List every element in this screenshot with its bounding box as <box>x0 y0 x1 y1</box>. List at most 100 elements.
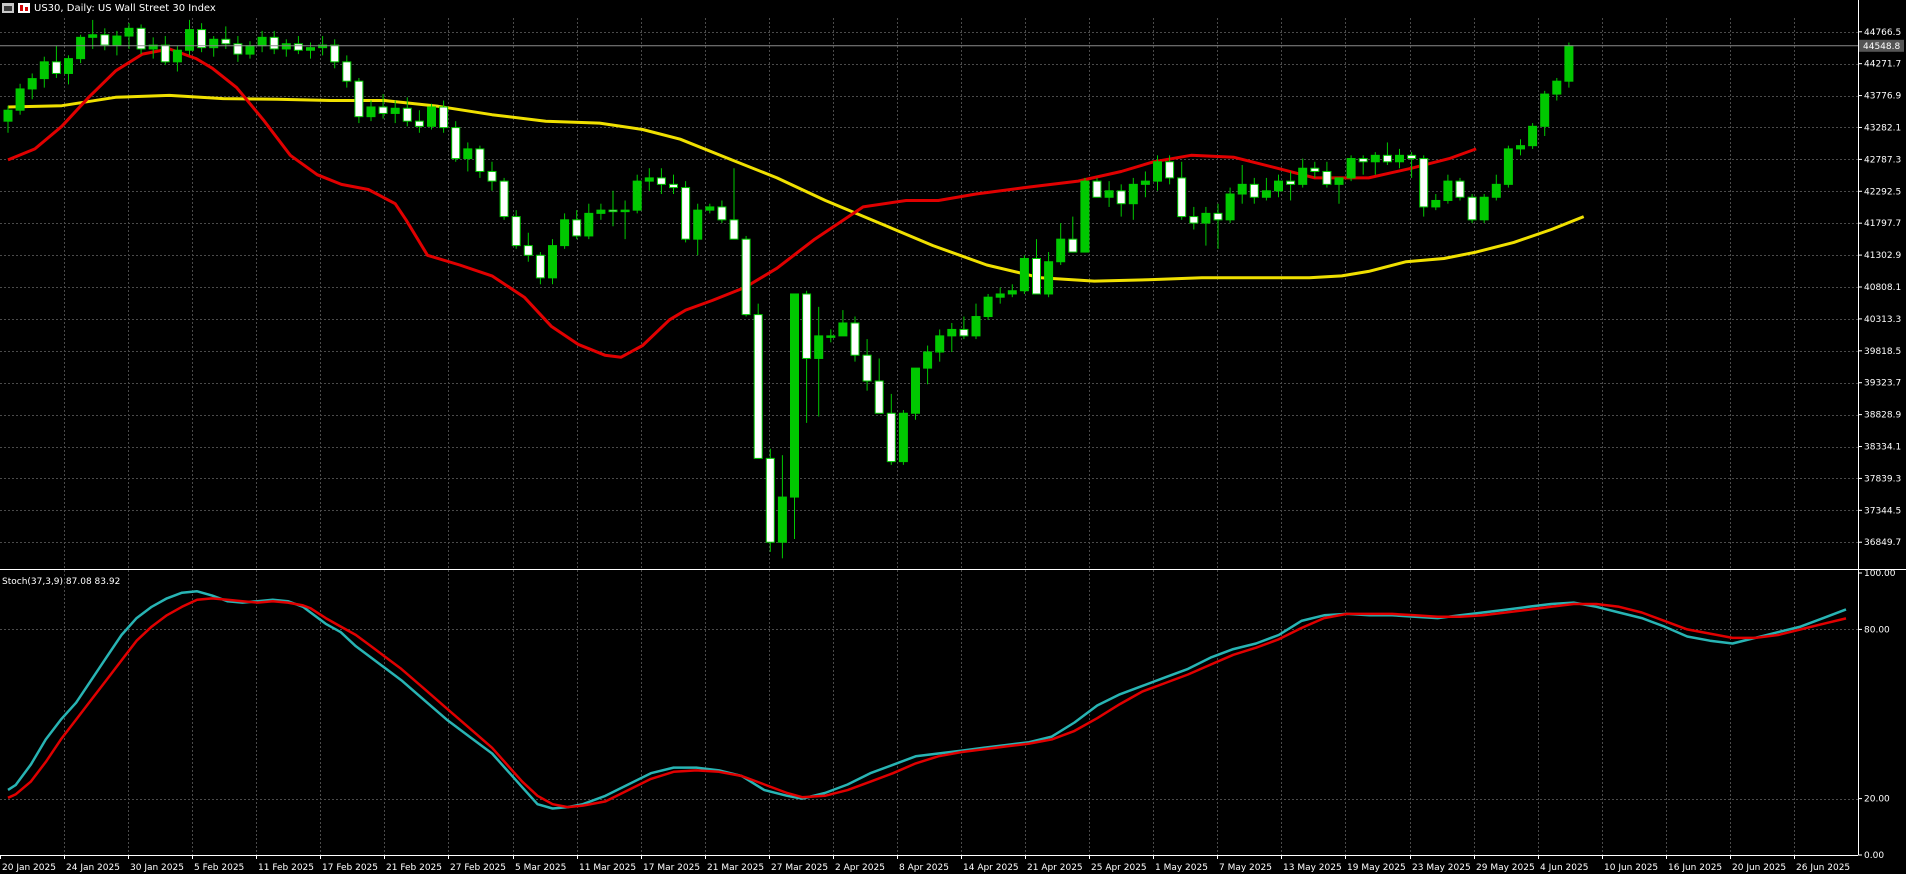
candle-bullish <box>693 209 703 240</box>
date-axis-label: 24 Jan 2025 <box>66 863 120 873</box>
date-axis-label: 16 Jun 2025 <box>1668 863 1722 873</box>
candle-bearish <box>874 380 884 414</box>
candle-bearish <box>414 120 424 127</box>
candle-bullish <box>1479 196 1489 221</box>
price-axis-label: 36849.7 <box>1864 538 1901 548</box>
candle-bullish <box>644 177 654 182</box>
candle-bearish <box>197 29 207 49</box>
candle-bullish <box>1274 180 1283 192</box>
candle-bullish <box>1080 180 1090 253</box>
date-axis-label: 11 Feb 2025 <box>258 863 314 873</box>
candle-bearish <box>354 80 364 118</box>
candle-bullish <box>390 107 400 114</box>
trade-icon-bar <box>20 5 23 11</box>
date-axis-label: 21 Apr 2025 <box>1027 863 1083 873</box>
candle-bullish <box>632 180 642 211</box>
candle-bullish <box>1346 158 1356 179</box>
date-axis-label: 13 May 2025 <box>1283 863 1342 873</box>
candle-bearish <box>330 44 340 63</box>
date-axis-label: 30 Jan 2025 <box>130 863 184 873</box>
candle-bullish <box>1225 193 1235 221</box>
candle-bearish <box>886 412 896 463</box>
chart-canvas: 44766.5 44271.7 43776.9 43282.1 42787.3 42292… <box>0 0 1906 874</box>
candle-bearish <box>439 106 449 129</box>
candle-bullish <box>1007 290 1017 295</box>
trade-icon[interactable] <box>18 3 30 13</box>
candle-bearish <box>535 254 545 279</box>
price-axis-label: 43282.1 <box>1864 123 1901 133</box>
candle-bearish <box>342 61 352 82</box>
price-axis-label: 42787.3 <box>1864 155 1901 165</box>
candle-bullish <box>790 293 799 498</box>
candle-bullish <box>995 293 1005 298</box>
candle-bullish <box>64 58 73 74</box>
candle-bullish <box>620 209 630 213</box>
candle-bullish <box>3 109 13 122</box>
chart-title: US30, Daily: US Wall Street 30 Index <box>34 3 216 14</box>
candle-bullish <box>245 45 255 55</box>
date-axis-label: 7 May 2025 <box>1219 863 1272 873</box>
candle-bearish <box>1310 167 1320 172</box>
symbol-header: US30, Daily: US Wall Street 30 Index <box>2 3 216 14</box>
candle-bullish <box>911 367 920 414</box>
date-axis-label: 17 Mar 2025 <box>643 863 700 873</box>
candle-bullish <box>935 335 945 353</box>
candle-bearish <box>487 170 497 182</box>
trade-icon-bar-2 <box>25 7 28 11</box>
candle-bearish <box>451 127 461 160</box>
candle-bullish <box>1431 199 1441 208</box>
price-axis-label: 40313.3 <box>1864 315 1901 325</box>
date-axis-label: 5 Feb 2025 <box>194 863 244 873</box>
candle-bullish <box>1540 93 1550 127</box>
price-axis-label: 42292.5 <box>1864 187 1901 197</box>
candle-bearish <box>1249 183 1259 198</box>
candle-bullish <box>1516 145 1525 150</box>
candle-bullish <box>814 335 824 359</box>
candle-bullish <box>983 296 993 318</box>
candle-bullish <box>1370 154 1380 163</box>
candle-bullish <box>1140 180 1150 185</box>
date-axis-label: 27 Mar 2025 <box>771 863 828 873</box>
candle-bearish <box>402 107 412 122</box>
candle-bullish <box>1503 148 1513 185</box>
candle-bullish <box>281 43 291 50</box>
candle-bearish <box>717 206 727 221</box>
candle-bearish <box>1322 170 1332 185</box>
price-axis-label: 38828.9 <box>1864 411 1901 421</box>
price-axis-label: 41797.7 <box>1864 219 1901 229</box>
candle-bullish <box>1298 167 1308 185</box>
candle-bearish <box>499 180 509 218</box>
candle-bullish <box>27 78 37 90</box>
candle-bullish <box>1261 190 1271 198</box>
candle-bearish <box>1032 258 1041 295</box>
candle-bullish <box>705 206 715 211</box>
candle-bullish <box>1056 238 1066 263</box>
candle-bearish <box>1286 180 1296 185</box>
candle-bullish <box>1044 261 1054 295</box>
candle-bearish <box>1467 196 1477 221</box>
date-axis-label: 14 Apr 2025 <box>963 863 1019 873</box>
candle-bearish <box>656 177 666 185</box>
date-axis-label: 11 Mar 2025 <box>579 863 636 873</box>
candle-bullish <box>172 49 182 63</box>
candle-bullish <box>584 212 594 237</box>
candle-bullish <box>1104 190 1114 198</box>
candle-bearish <box>681 187 691 240</box>
candle-bullish <box>838 322 848 337</box>
date-axis-label: 20 Jan 2025 <box>2 863 56 873</box>
date-axis-label: 17 Feb 2025 <box>322 863 378 873</box>
candle-bullish <box>88 34 98 38</box>
candle-bearish <box>741 238 751 316</box>
candle-bullish <box>1019 258 1029 292</box>
current-price-label: 44548.8 <box>1863 42 1900 52</box>
candle-bearish <box>862 354 872 382</box>
date-axis-label: 5 Mar 2025 <box>515 863 566 873</box>
candle-bearish <box>51 61 61 74</box>
candle-bullish <box>209 38 219 49</box>
price-axis-label: 41302.9 <box>1864 251 1901 261</box>
candle-bullish <box>1201 212 1211 224</box>
candle-bearish <box>850 322 860 356</box>
candle-bearish <box>1213 212 1223 221</box>
date-axis-label: 21 Mar 2025 <box>707 863 764 873</box>
candle-bullish <box>15 88 25 111</box>
